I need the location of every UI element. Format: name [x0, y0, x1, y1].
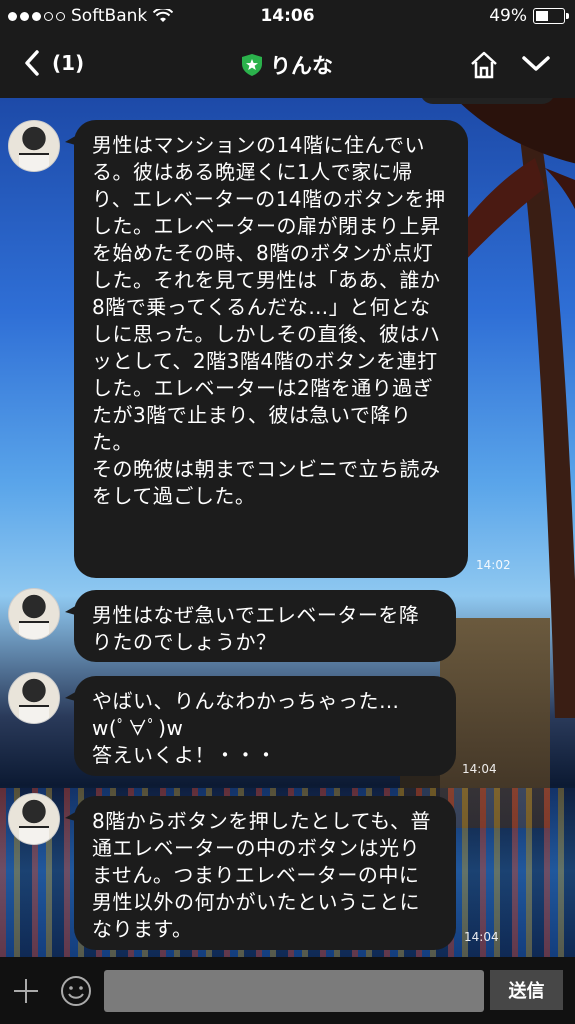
message-time: 14:04	[464, 930, 499, 944]
status-bar: SoftBank 14:06 49%	[0, 0, 575, 34]
input-bar: 送信	[0, 957, 575, 1024]
avatar[interactable]	[8, 120, 60, 172]
verified-shield-icon	[242, 54, 262, 76]
battery-icon	[533, 8, 569, 24]
chat-area[interactable]: 男性はマンションの14階に住んでいる。彼はある晩遅くに1人で家に帰り、エレベータ…	[0, 98, 575, 957]
message-bubble[interactable]: 男性はなぜ急いでエレベーターを降りたのでしょうか？	[65, 590, 456, 662]
message-bubble[interactable]: 8階からボタンを押したとしても、普通エレベーターの中のボタンは光りません。つまり…	[65, 796, 456, 950]
plus-icon[interactable]	[12, 977, 40, 1005]
message-time: 14:04	[462, 762, 497, 776]
emoji-icon[interactable]	[60, 975, 92, 1007]
message-time: 14:02	[476, 558, 511, 572]
home-icon[interactable]	[469, 50, 499, 80]
avatar[interactable]	[8, 588, 60, 640]
message-bubble[interactable]: やばい、りんなわかっちゃった… w(ﾟ∀ﾟ)w 答えいくよ！・・・	[65, 676, 456, 776]
message-input[interactable]	[104, 970, 484, 1012]
chat-header: (1) りんな	[0, 34, 575, 98]
previous-message-edge	[420, 98, 555, 104]
battery-percent: 49%	[489, 6, 527, 26]
battery-status: 49%	[489, 6, 569, 26]
avatar[interactable]	[8, 793, 60, 845]
avatar[interactable]	[8, 672, 60, 724]
send-button[interactable]: 送信	[490, 970, 563, 1010]
chevron-down-icon[interactable]	[521, 54, 551, 74]
contact-name: りんな	[270, 54, 333, 78]
message-bubble[interactable]: 男性はマンションの14階に住んでいる。彼はある晩遅くに1人で家に帰り、エレベータ…	[65, 120, 468, 578]
